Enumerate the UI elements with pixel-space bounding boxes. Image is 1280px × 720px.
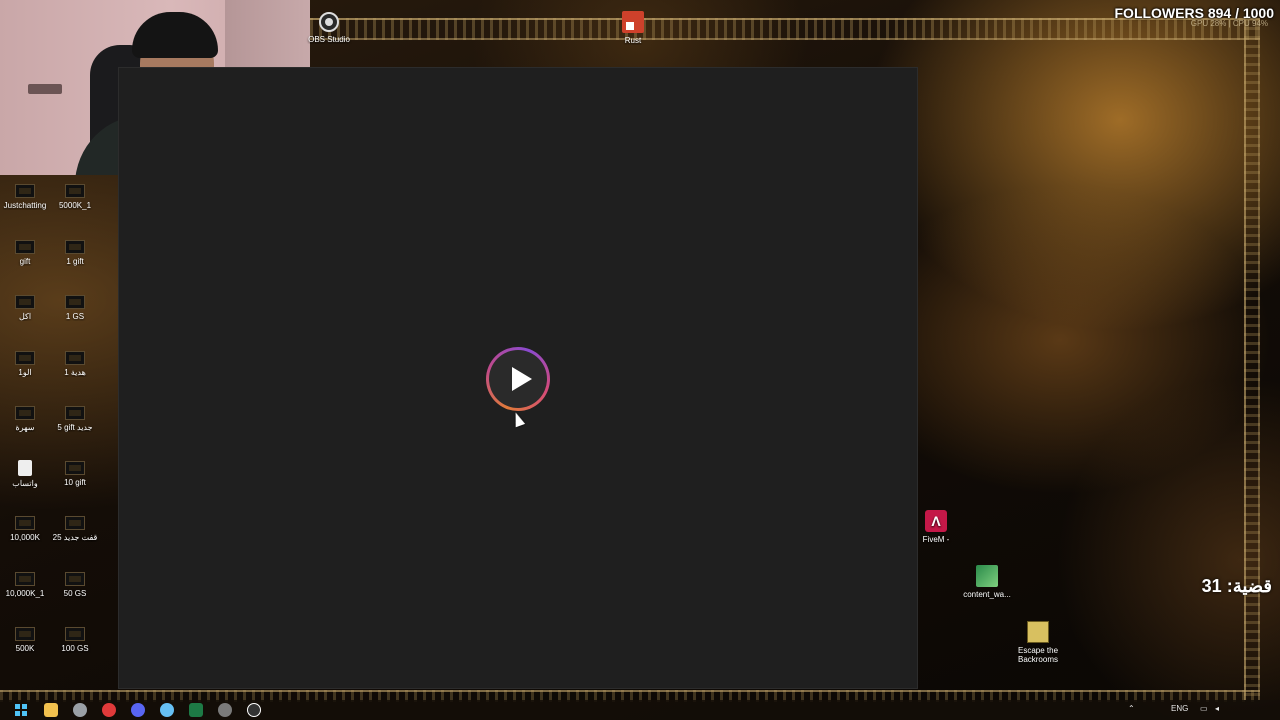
file-explorer-icon[interactable] bbox=[44, 703, 58, 717]
escape-backrooms-icon bbox=[1027, 621, 1049, 643]
opera-icon[interactable] bbox=[102, 703, 116, 717]
video-file-icon bbox=[65, 406, 85, 420]
desktop-icon-video[interactable]: 1 هدية bbox=[45, 351, 105, 377]
desktop-icon-label: سهرة bbox=[15, 423, 35, 432]
desktop-icon-video[interactable]: 50 GS bbox=[45, 572, 105, 598]
desktop-icon-label: 1 GS bbox=[65, 312, 85, 321]
desktop-icon-label: 5 gift جديد bbox=[57, 423, 93, 432]
play-button-inner bbox=[489, 350, 547, 408]
desktop-icon-content-warning[interactable]: content_wa... bbox=[957, 565, 1017, 599]
desktop-icon-video[interactable]: 25 قفت جديد bbox=[45, 516, 105, 542]
desktop-icon-video[interactable]: 1 gift bbox=[45, 240, 105, 266]
media-player-icon[interactable] bbox=[247, 703, 261, 717]
desktop-icon-label: 1 gift bbox=[66, 257, 84, 266]
video-file-icon bbox=[15, 295, 35, 309]
desktop-icon-video[interactable]: 100 GS bbox=[45, 627, 105, 653]
settings-icon[interactable] bbox=[73, 703, 87, 717]
desktop-icon-label: content_wa... bbox=[963, 590, 1011, 599]
desktop-icon-label: 10,000K_1 bbox=[5, 589, 45, 598]
desktop-icon-label: 25 قفت جديد bbox=[52, 533, 98, 542]
desktop-icon-label: OBS Studio bbox=[308, 35, 350, 44]
desktop-icon-label: FiveM - bbox=[922, 535, 950, 544]
video-file-icon bbox=[15, 351, 35, 365]
desktop-icon-label: 1 هدية bbox=[64, 368, 86, 377]
video-file-icon bbox=[15, 240, 35, 254]
excel-icon[interactable] bbox=[189, 703, 203, 717]
fivem-icon: Λ bbox=[925, 510, 947, 532]
desktop-icon-label: اكل bbox=[18, 312, 32, 321]
mouse-cursor-icon bbox=[510, 410, 526, 428]
video-file-icon bbox=[65, 295, 85, 309]
case-counter-overlay: قضية: 31 bbox=[1201, 576, 1272, 596]
streamer-cap bbox=[132, 12, 218, 58]
desktop-icon-video[interactable]: 5000K_1 bbox=[45, 184, 105, 210]
media-player-window[interactable] bbox=[118, 67, 918, 689]
video-file-icon bbox=[65, 351, 85, 365]
video-file-icon bbox=[15, 627, 35, 641]
desktop-icon-label: 10,000K bbox=[10, 533, 40, 542]
webcam-background-shelf bbox=[28, 84, 62, 94]
language-indicator[interactable]: ENG bbox=[1171, 704, 1188, 713]
start-icon[interactable] bbox=[15, 704, 27, 716]
desktop-icon-label: Rust bbox=[624, 36, 642, 45]
play-button[interactable] bbox=[486, 347, 550, 411]
steam-icon[interactable] bbox=[160, 703, 174, 717]
video-file-icon bbox=[65, 461, 85, 475]
obs-icon[interactable] bbox=[218, 703, 232, 717]
tray-chevron-icon[interactable]: ⌃ bbox=[1128, 704, 1135, 713]
desktop-icon-label: 5000K_1 bbox=[58, 201, 92, 210]
desktop-icon-label: 1الو bbox=[18, 368, 32, 377]
video-file-icon bbox=[15, 184, 35, 198]
desktop-icon-label: Escape the Backrooms bbox=[1017, 646, 1059, 664]
network-icon[interactable]: ▭ bbox=[1200, 704, 1208, 713]
desktop-icon-video[interactable]: 5 gift جديد bbox=[45, 406, 105, 432]
video-file-icon bbox=[15, 406, 35, 420]
video-file-icon bbox=[65, 184, 85, 198]
desktop-icon-label: gift bbox=[19, 257, 31, 266]
audio-file-icon bbox=[18, 460, 32, 476]
desktop-icon-label: 50 GS bbox=[63, 589, 87, 598]
desktop-icon-label: Justchatting bbox=[3, 201, 47, 210]
wallpaper-frame-top bbox=[310, 18, 1260, 40]
desktop-icon-label: 100 GS bbox=[61, 644, 89, 653]
wallpaper-frame-right bbox=[1244, 18, 1260, 700]
content-warning-icon bbox=[976, 565, 998, 587]
system-stats-overlay: GPU 28% | CPU 94% bbox=[1190, 19, 1268, 28]
video-file-icon bbox=[15, 516, 35, 530]
rust-icon bbox=[622, 11, 644, 33]
desktop-icon-label: واتساب bbox=[12, 479, 38, 488]
play-icon bbox=[512, 367, 532, 391]
volume-icon[interactable]: ◂ bbox=[1215, 704, 1219, 713]
desktop-icon-rust[interactable]: Rust bbox=[603, 11, 663, 45]
video-file-icon bbox=[65, 627, 85, 641]
desktop-icon-label: 10 gift bbox=[64, 478, 86, 487]
desktop-icon-obs-studio[interactable]: OBS Studio bbox=[299, 12, 359, 44]
video-file-icon bbox=[65, 516, 85, 530]
taskbar: ⌃ ENG ▭ ◂ bbox=[0, 700, 1280, 720]
discord-icon[interactable] bbox=[131, 703, 145, 717]
video-file-icon bbox=[65, 572, 85, 586]
video-file-icon bbox=[65, 240, 85, 254]
desktop-icon-escape-the-backrooms[interactable]: Escape the Backrooms bbox=[1008, 621, 1068, 664]
video-file-icon bbox=[15, 572, 35, 586]
desktop-icon-video[interactable]: 10 gift bbox=[45, 461, 105, 487]
desktop-icon-video[interactable]: 1 GS bbox=[45, 295, 105, 321]
obs-icon bbox=[319, 12, 339, 32]
desktop-icon-label: 500K bbox=[15, 644, 35, 653]
